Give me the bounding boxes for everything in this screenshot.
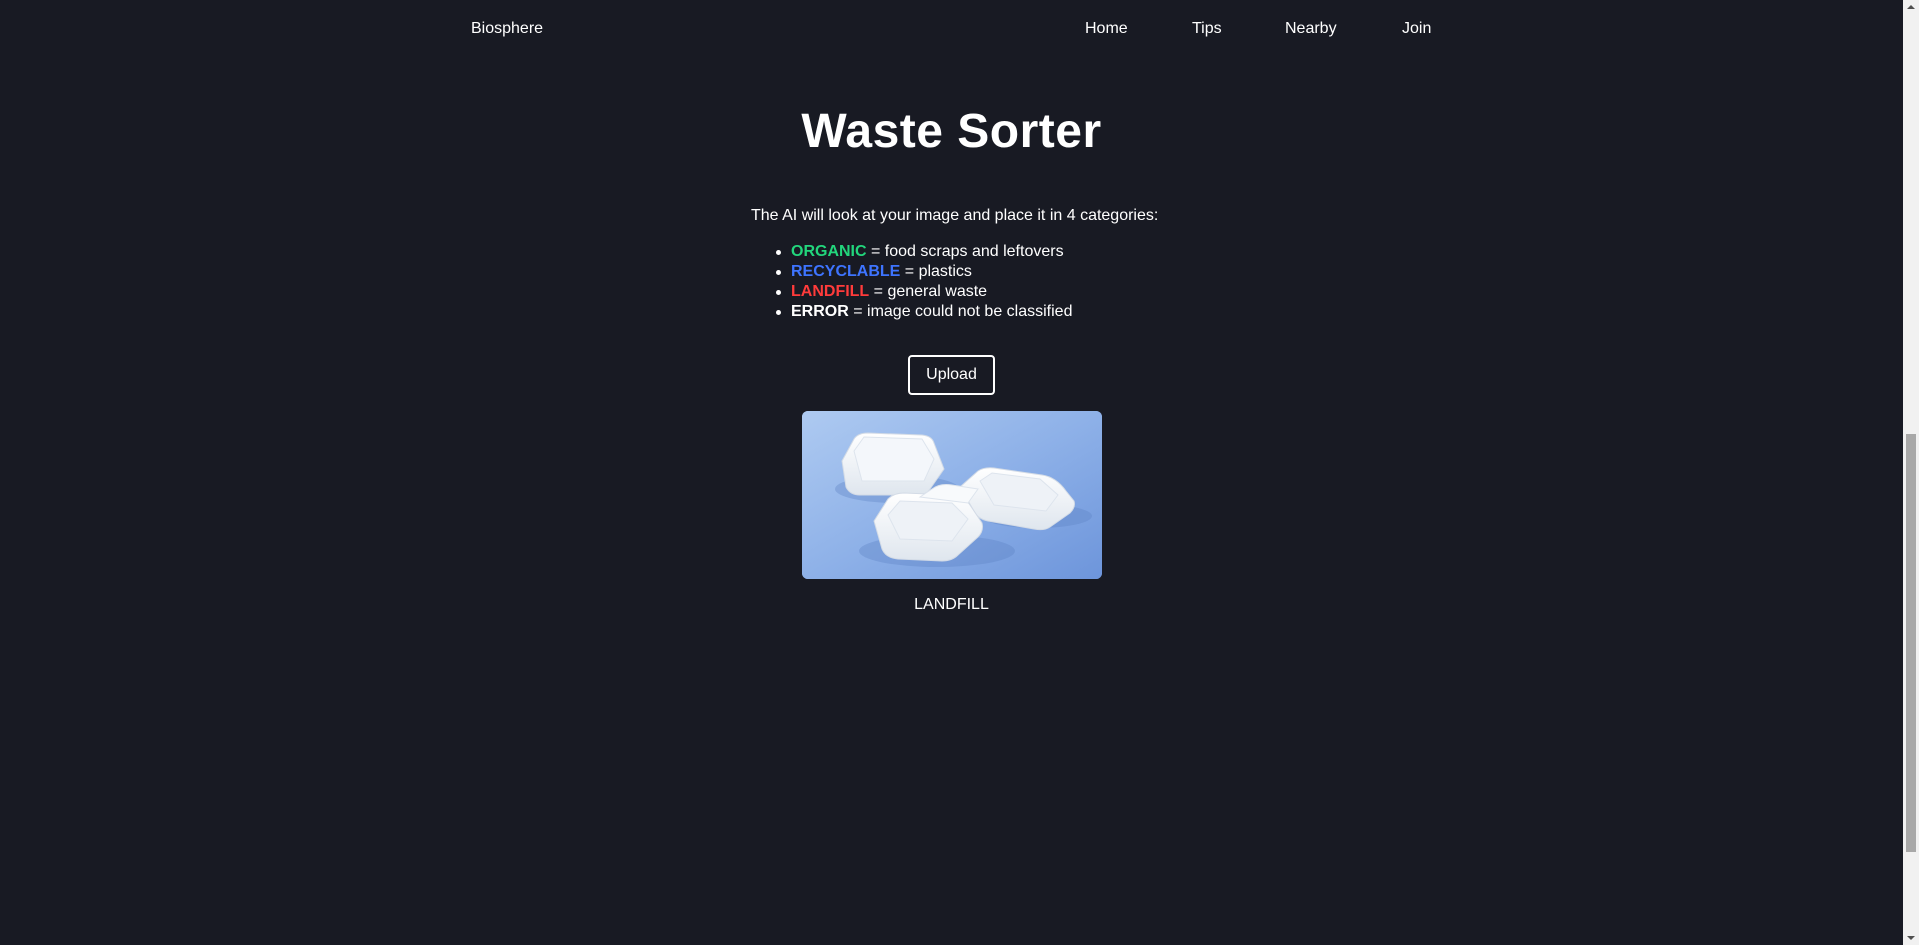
category-name: ERROR xyxy=(791,303,849,320)
category-item-organic: ORGANIC = food scraps and leftovers xyxy=(775,242,1072,262)
nav-tips-link[interactable]: Tips xyxy=(1192,20,1222,38)
upload-button[interactable]: Upload xyxy=(908,355,995,395)
foam-containers-image xyxy=(802,411,1102,579)
classification-result: LANDFILL xyxy=(914,596,989,613)
page-title: Waste Sorter xyxy=(801,105,1102,158)
category-description: = plastics xyxy=(900,263,972,280)
nav-nearby-link[interactable]: Nearby xyxy=(1285,20,1337,38)
uploaded-image-preview xyxy=(802,411,1102,579)
scroll-down-arrow-icon[interactable] xyxy=(1907,936,1915,940)
navbar: Biosphere Home Tips Nearby Join xyxy=(0,0,1903,62)
category-description: = general waste xyxy=(869,283,988,300)
category-name: RECYCLABLE xyxy=(791,263,901,280)
category-item-landfill: LANDFILL = general waste xyxy=(775,282,1072,302)
nav-links: Home Tips Nearby Join xyxy=(0,20,1903,44)
category-description: = food scraps and leftovers xyxy=(866,243,1064,260)
category-list: ORGANIC = food scraps and leftovers RECY… xyxy=(775,242,1073,322)
scrollbar[interactable] xyxy=(1903,0,1919,945)
scroll-up-arrow-icon[interactable] xyxy=(1907,5,1915,9)
category-item-recyclable: RECYCLABLE = plastics xyxy=(775,262,1072,282)
nav-join-link[interactable]: Join xyxy=(1402,20,1431,38)
intro-text: The AI will look at your image and place… xyxy=(751,207,1159,224)
scrollbar-thumb[interactable] xyxy=(1906,434,1916,852)
category-name: ORGANIC xyxy=(791,243,867,260)
category-name: LANDFILL xyxy=(791,283,870,300)
category-description: = image could not be classified xyxy=(848,303,1073,320)
page: Biosphere Home Tips Nearby Join Waste So… xyxy=(0,0,1919,945)
nav-home-link[interactable]: Home xyxy=(1085,20,1128,38)
category-item-error: ERROR = image could not be classified xyxy=(775,302,1073,322)
